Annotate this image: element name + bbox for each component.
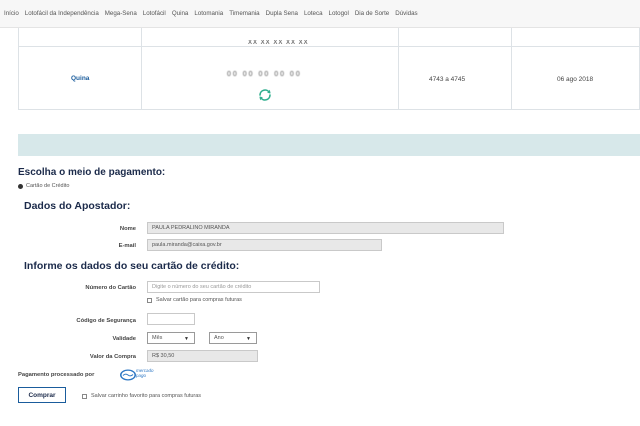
- email-label: E-mail: [118, 243, 136, 249]
- month-select[interactable]: Mês ▼: [147, 332, 195, 344]
- credit-card-radio[interactable]: Cartão de Crédito: [18, 183, 69, 189]
- nav-quina[interactable]: Quina: [172, 10, 189, 17]
- nav-loteca[interactable]: Loteca: [304, 10, 323, 17]
- radio-selected-icon[interactable]: [18, 183, 23, 189]
- nav-timemania[interactable]: Timemania: [229, 10, 259, 17]
- security-code-label: Código de Segurança: [76, 318, 136, 324]
- nav-lotofacil-independencia[interactable]: Lotofácil da Independência: [25, 10, 99, 17]
- nav-lotofacil[interactable]: Lotofácil: [143, 10, 166, 17]
- nav-mega-sena[interactable]: Mega-Sena: [105, 10, 137, 17]
- bet-numbers: 00 00 00 00 00: [227, 71, 302, 78]
- lottery-name[interactable]: Quina: [71, 75, 89, 82]
- nav-lotomania[interactable]: Lotomania: [194, 10, 223, 17]
- payment-heading: Escolha o meio de pagamento:: [18, 167, 166, 178]
- nav-dia-de-sorte[interactable]: Dia de Sorte: [355, 10, 389, 17]
- month-value: Mês: [152, 335, 163, 341]
- card-number-input[interactable]: Digite o número do seu cartão de crédito: [147, 281, 320, 293]
- year-select[interactable]: Ano ▼: [209, 332, 257, 344]
- card-heading: Informe os dados do seu cartão de crédit…: [24, 260, 240, 272]
- mercado-pago-wordmark: mercado pago: [136, 368, 154, 378]
- checkbox-icon[interactable]: [147, 297, 152, 303]
- top-navigation: Início Lotofácil da Independência Mega-S…: [0, 0, 640, 28]
- save-card-checkbox[interactable]: Salvar cartão para compras futuras: [147, 297, 242, 303]
- table-row: Quina 00 00 00 00 00 4743 a 4745 06 ago …: [19, 47, 640, 110]
- save-cart-checkbox[interactable]: Salvar carrinho favorito para compras fu…: [82, 393, 201, 399]
- apostador-heading: Dados do Apostador:: [24, 200, 131, 212]
- year-value: Ano: [214, 335, 224, 341]
- clipped-numbers: XX XX XX XX XX: [248, 40, 309, 46]
- nav-inicio[interactable]: Início: [4, 10, 19, 17]
- save-cart-label: Salvar carrinho favorito para compras fu…: [91, 393, 202, 399]
- card-number-label: Número do Cartão: [85, 285, 136, 291]
- table-row: XX XX XX XX XX: [19, 28, 640, 47]
- credit-card-label: Cartão de Crédito: [26, 183, 70, 189]
- draw-date: 06 ago 2018: [557, 76, 594, 83]
- security-code-input[interactable]: [147, 313, 195, 325]
- nav-lotogol[interactable]: Lotogol: [329, 10, 349, 17]
- refresh-icon[interactable]: [257, 87, 273, 103]
- email-field[interactable]: paula.miranda@caixa.gov.br: [147, 239, 382, 251]
- comprar-button[interactable]: Comprar: [18, 387, 66, 403]
- nav-duvidas[interactable]: Dúvidas: [395, 10, 417, 17]
- valor-label: Valor da Compra: [89, 354, 136, 360]
- section-band: [18, 134, 640, 156]
- checkbox-icon[interactable]: [82, 393, 87, 399]
- processed-by-label: Pagamento processado por: [18, 372, 95, 378]
- concurso-range: 4743 a 4745: [429, 76, 466, 83]
- nome-label: Nome: [119, 226, 136, 232]
- validade-label: Validade: [112, 336, 136, 342]
- nome-field[interactable]: PAULA PEDRALINO MIRANDA: [147, 222, 504, 234]
- save-card-label: Salvar cartão para compras futuras: [156, 297, 242, 303]
- bets-table: XX XX XX XX XX Quina 00 00 00 00 00 4743…: [18, 28, 640, 110]
- valor-field: R$ 30,50: [147, 350, 258, 362]
- chevron-down-icon: ▼: [184, 336, 189, 342]
- nav-dupla-sena[interactable]: Dupla Sena: [266, 10, 298, 17]
- chevron-down-icon: ▼: [246, 336, 251, 342]
